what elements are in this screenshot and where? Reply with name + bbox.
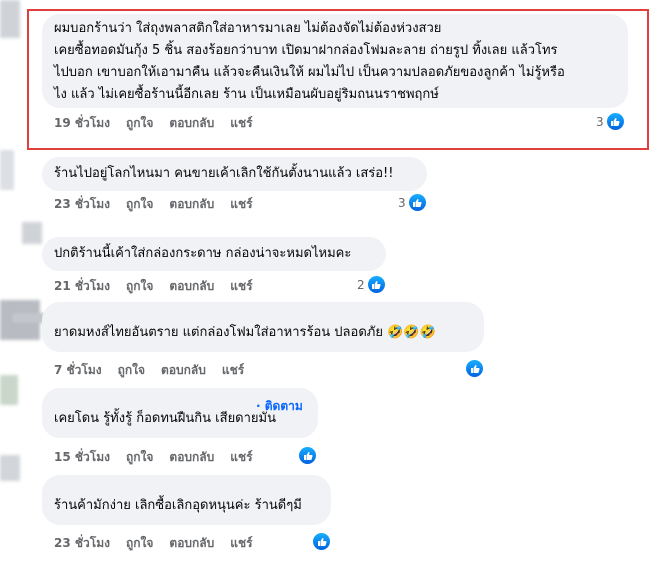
comment-time[interactable]: 23 ชั่วโมง (54, 534, 110, 553)
comment-text: ร้านค้ามักง่าย เลิกซื้อเลิกอุดหนุนค่ะ ร้… (54, 498, 302, 513)
comment-actions: 15 ชั่วโมง ถูกใจ ตอบกลับ แชร์ (54, 448, 253, 467)
like-button[interactable]: ถูกใจ (126, 114, 153, 133)
comment-time[interactable]: 15 ชั่วโมง (54, 448, 110, 467)
avatar[interactable] (0, 375, 18, 405)
comment-time[interactable]: 19 ชั่วโมง (54, 114, 110, 133)
comment-actions: 7 ชั่วโมง ถูกใจ ตอบกลับ แชร์ (54, 361, 244, 380)
comment-bubble: ปกติร้านนี้เค้าใส่กล่องกระดาษ กล่องน่าจะ… (42, 237, 386, 271)
reply-button[interactable]: ตอบกลับ (169, 114, 214, 133)
like-button[interactable]: ถูกใจ (126, 195, 153, 214)
reply-button[interactable]: ตอบกลับ (169, 534, 214, 553)
comment-text: ผมบอกร้านว่า ใส่ถุงพลาสติกใส่อาหารมาเลย … (54, 21, 565, 102)
reply-button[interactable]: ตอบกลับ (169, 448, 214, 467)
avatar[interactable] (22, 222, 42, 244)
reply-button[interactable]: ตอบกลับ (169, 277, 214, 296)
comment-text: ร้านไปอยู่โลกไหนมา คนขายเค้าเลิกใช้กันตั… (54, 166, 394, 181)
comment-bubble: ร้านไปอยู่โลกไหนมา คนขายเค้าเลิกใช้กันตั… (42, 157, 427, 191)
like-button[interactable]: ถูกใจ (126, 277, 153, 296)
follow-link[interactable]: · ติดตาม (256, 397, 303, 416)
comment-time[interactable]: 23 ชั่วโมง (54, 195, 110, 214)
thumbs-up-icon (299, 447, 316, 464)
thumbs-up-icon (466, 360, 483, 377)
reaction-number: 3 (398, 195, 406, 210)
comment-bubble: ยาดมหงส์ไทยอันตราย แต่กล่องโฟมใส่อาหารร้… (42, 302, 484, 352)
reaction-count[interactable] (313, 533, 330, 550)
comment-actions: 23 ชั่วโมง ถูกใจ ตอบกลับ แชร์ (54, 195, 253, 214)
thumbs-up-icon (367, 276, 385, 293)
reaction-count[interactable]: 2 (357, 276, 385, 293)
avatar[interactable] (0, 150, 14, 190)
comment-actions: 21 ชั่วโมง ถูกใจ ตอบกลับ แชร์ (54, 277, 253, 296)
comment-actions: 19 ชั่วโมง ถูกใจ ตอบกลับ แชร์ (54, 114, 253, 133)
reaction-count[interactable] (466, 360, 483, 377)
comment-time[interactable]: 7 ชั่วโมง (54, 361, 102, 380)
avatar[interactable] (0, 455, 20, 481)
avatar[interactable] (0, 0, 20, 38)
reaction-count[interactable]: 3 (398, 194, 426, 211)
reaction-count[interactable] (299, 447, 316, 464)
reaction-number: 3 (596, 114, 604, 129)
comment-time[interactable]: 21 ชั่วโมง (54, 277, 110, 296)
comment-text: ยาดมหงส์ไทยอันตราย แต่กล่องโฟมใส่อาหารร้… (54, 325, 436, 340)
reaction-count[interactable]: 3 (596, 113, 624, 130)
like-button[interactable]: ถูกใจ (126, 448, 153, 467)
comment-bubble: ร้านค้ามักง่าย เลิกซื้อเลิกอุดหนุนค่ะ ร้… (42, 475, 331, 525)
comment-bubble: ผมบอกร้านว่า ใส่ถุงพลาสติกใส่อาหารมาเลย … (42, 14, 628, 108)
thumbs-up-icon (606, 113, 624, 130)
reply-button[interactable]: ตอบกลับ (169, 195, 214, 214)
like-button[interactable]: ถูกใจ (118, 361, 145, 380)
reply-button[interactable]: ตอบกลับ (161, 361, 206, 380)
thumbs-up-icon (313, 533, 330, 550)
share-button[interactable]: แชร์ (230, 448, 252, 467)
comment-actions: 23 ชั่วโมง ถูกใจ ตอบกลับ แชร์ (54, 534, 253, 553)
share-button[interactable]: แชร์ (230, 114, 252, 133)
like-button[interactable]: ถูกใจ (126, 534, 153, 553)
share-button[interactable]: แชร์ (222, 361, 244, 380)
reaction-number: 2 (357, 277, 365, 292)
thumbs-up-icon (408, 194, 426, 211)
share-button[interactable]: แชร์ (230, 277, 252, 296)
share-button[interactable]: แชร์ (230, 195, 252, 214)
share-button[interactable]: แชร์ (230, 534, 252, 553)
comment-text: ปกติร้านนี้เค้าใส่กล่องกระดาษ กล่องน่าจะ… (54, 246, 352, 261)
